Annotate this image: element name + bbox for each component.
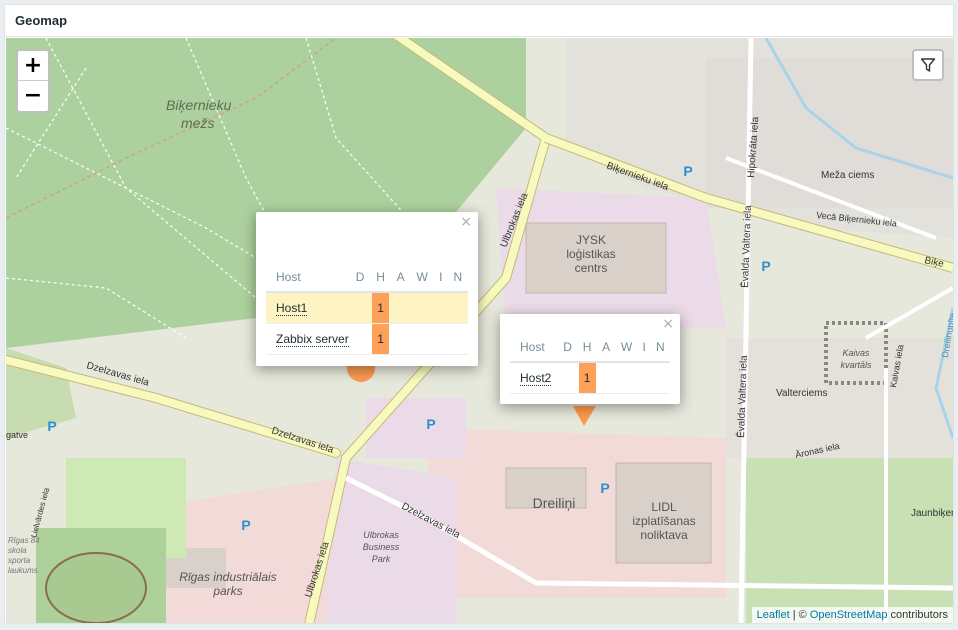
- col-h: H: [577, 332, 597, 363]
- widget-title: Geomap: [15, 13, 68, 28]
- severity-high-count[interactable]: 1: [372, 293, 390, 323]
- leaflet-link[interactable]: Leaflet: [757, 609, 790, 621]
- filter-button[interactable]: [912, 49, 944, 81]
- label-jysk2: loģistikas: [566, 247, 615, 261]
- label-school4: laukums: [8, 566, 38, 575]
- parking-icon-6: P: [426, 416, 435, 432]
- parking-icon-2: P: [761, 258, 770, 274]
- popup2-table: Host D H A W I N Host2 1: [510, 332, 670, 394]
- col-w: W: [615, 332, 638, 363]
- label-jysk3: centrs: [575, 261, 608, 275]
- zoom-control: + −: [16, 49, 50, 113]
- attribution-contributors: contributors: [887, 609, 948, 621]
- map-tiles: Biķernieku mežs Biķernieku iela Ulbrokas…: [6, 38, 953, 623]
- label-bpark2: Business: [363, 542, 400, 552]
- zoom-in-button[interactable]: +: [18, 51, 48, 81]
- label-lidl3: noliktava: [640, 528, 688, 542]
- map-canvas[interactable]: Biķernieku mežs Biķernieku iela Ulbrokas…: [6, 38, 953, 623]
- col-h: H: [370, 262, 391, 293]
- label-gatve: gatve: [6, 430, 28, 440]
- label-school2: skola: [8, 546, 27, 555]
- label-valterciems: Valterciems: [776, 388, 828, 399]
- col-d: D: [350, 262, 371, 293]
- col-host: Host: [266, 262, 350, 293]
- label-park1: Rīgas industriālais: [179, 570, 276, 584]
- widget-header: Geomap: [5, 5, 953, 37]
- host-link[interactable]: Host1: [276, 301, 308, 316]
- label-bpark1: Ulbrokas: [363, 530, 399, 540]
- label-lidl1: LIDL: [651, 500, 677, 514]
- map-attribution: Leaflet | © OpenStreetMap contributors: [751, 607, 953, 623]
- table-row: Zabbix server 1: [266, 323, 468, 355]
- popup2-close-icon[interactable]: ×: [662, 316, 674, 332]
- osm-link[interactable]: OpenStreetMap: [810, 609, 888, 621]
- col-host: Host: [510, 332, 558, 363]
- popup1-table: Host D H A W I N Host1 1 Zabbix server 1: [266, 262, 468, 355]
- col-i: I: [433, 262, 448, 293]
- parking-icon-4: P: [241, 517, 250, 533]
- label-lidl2: izplatīšanas: [632, 514, 695, 528]
- popup1-close-icon[interactable]: ×: [460, 214, 472, 230]
- label-bpark3: Park: [372, 554, 391, 564]
- table-row: Host2 1: [510, 362, 670, 394]
- label-school1: Rīgas 84: [8, 536, 40, 545]
- host-link[interactable]: Host2: [520, 371, 552, 386]
- label-jaunbiker: Jaunbiķer: [911, 508, 953, 519]
- label-meza: Meža ciems: [821, 170, 874, 181]
- parking-icon-1: P: [683, 163, 692, 179]
- parking-icon-3: P: [600, 480, 609, 496]
- label-dreilini: Dreiliņi: [533, 495, 576, 511]
- col-n: N: [447, 262, 468, 293]
- label-forest: Biķernieku: [166, 97, 232, 113]
- parking-icon-5: P: [47, 418, 56, 434]
- col-a: A: [390, 262, 411, 293]
- severity-high-count[interactable]: 1: [372, 324, 390, 354]
- zoom-out-button[interactable]: −: [18, 81, 48, 111]
- label-park2: parks: [212, 584, 242, 598]
- label-kvartals1: Kaivas: [842, 348, 870, 358]
- label-kvartals2: kvartāls: [840, 360, 872, 370]
- geomap-widget: Geomap Biķernieku mežs Biķernieku iela U…: [4, 4, 954, 624]
- col-n: N: [650, 332, 670, 363]
- attribution-separator: | ©: [789, 609, 810, 621]
- label-jysk1: JYSK: [576, 233, 606, 247]
- table-row: Host1 1: [266, 292, 468, 324]
- severity-high-count[interactable]: 1: [578, 363, 596, 393]
- col-d: D: [558, 332, 578, 363]
- label-forest2: mežs: [181, 115, 214, 131]
- col-a: A: [596, 332, 616, 363]
- host-link[interactable]: Zabbix server: [276, 332, 349, 347]
- col-i: I: [637, 332, 651, 363]
- filter-icon: [920, 58, 936, 72]
- host-popup-1: × Host D H A W I N Host1 1 Zabbix server…: [256, 212, 478, 366]
- col-w: W: [410, 262, 434, 293]
- host-popup-2: × Host D H A W I N Host2 1: [500, 314, 680, 404]
- label-school3: sporta: [8, 556, 31, 565]
